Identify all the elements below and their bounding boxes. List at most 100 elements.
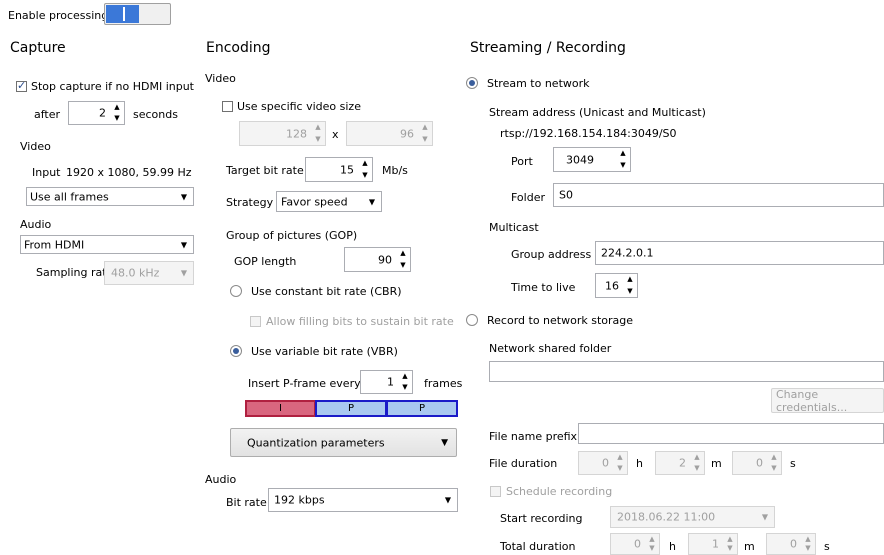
- quantization-parameters-button[interactable]: Quantization parameters ▼: [230, 428, 457, 457]
- port-stepper[interactable]: 3049 ▲ ▼: [553, 147, 631, 172]
- toggle-knob: [123, 7, 125, 21]
- spin-arrows-icon[interactable]: ▲ ▼: [625, 276, 635, 295]
- file-duration-hours-value: 0: [602, 456, 609, 470]
- target-bitrate-unit: Mb/s: [382, 164, 408, 177]
- spin-arrows-icon[interactable]: ▲ ▼: [725, 536, 735, 552]
- total-hours-unit-label: h: [669, 540, 676, 553]
- group-address-label: Group address: [511, 248, 592, 261]
- total-minutes-unit-label: m: [744, 540, 755, 553]
- enable-processing-toggle[interactable]: [104, 3, 171, 25]
- ttl-stepper[interactable]: 16 ▲ ▼: [595, 273, 638, 298]
- spin-arrows-icon[interactable]: ▲ ▼: [313, 124, 323, 143]
- after-seconds-stepper[interactable]: 2 ▲ ▼: [68, 101, 125, 125]
- capture-video-title: Video: [20, 140, 51, 153]
- frames-unit-label: frames: [424, 377, 463, 390]
- file-duration-minutes-value: 2: [679, 456, 686, 470]
- video-width-value: 128: [286, 127, 307, 140]
- total-duration-seconds-value: 0: [790, 537, 797, 551]
- pframe-value: 1: [387, 375, 394, 389]
- schedule-recording-checkbox[interactable]: [490, 486, 501, 497]
- cbr-radio[interactable]: [230, 285, 242, 297]
- stream-to-network-radio[interactable]: [466, 77, 478, 89]
- total-seconds-unit-label: s: [824, 540, 830, 553]
- gop-title: Group of pictures (GOP): [226, 229, 358, 242]
- frames-select-value: Use all frames: [30, 190, 109, 203]
- group-address-input[interactable]: 224.2.0.1: [595, 241, 884, 265]
- use-video-size-label: Use specific video size: [237, 100, 361, 113]
- pframe-stepper[interactable]: 1 ▲ ▼: [360, 370, 413, 394]
- vbr-radio[interactable]: [230, 345, 242, 357]
- spin-arrows-icon[interactable]: ▲ ▼: [803, 536, 813, 552]
- audio-bitrate-select[interactable]: 192 kbps ▼: [268, 488, 458, 512]
- minutes-unit-label: m: [711, 457, 722, 470]
- video-width-stepper[interactable]: 128 ▲ ▼: [239, 121, 326, 146]
- sampling-rate-value: 48.0 kHz: [111, 266, 160, 280]
- stop-capture-checkbox[interactable]: ✓: [16, 79, 27, 92]
- spin-arrows-icon[interactable]: ▲ ▼: [400, 373, 410, 391]
- streaming-title: Streaming / Recording: [470, 40, 626, 56]
- spin-arrows-icon[interactable]: ▲ ▼: [692, 454, 702, 472]
- file-duration-hours-stepper[interactable]: 0 ▲ ▼: [578, 451, 628, 475]
- audio-bitrate-value: 192 kbps: [274, 493, 325, 507]
- radio-selected-dot: [469, 80, 475, 86]
- folder-input[interactable]: S0: [553, 183, 884, 207]
- video-height-stepper[interactable]: 96 ▲ ▼: [346, 121, 433, 146]
- capture-audio-title: Audio: [20, 218, 52, 231]
- stream-address-value: rtsp://192.168.154.184:3049/S0: [500, 127, 677, 140]
- audio-source-select[interactable]: From HDMI ▼: [20, 235, 194, 254]
- vbr-label: Use variable bit rate (VBR): [251, 345, 398, 358]
- spin-arrows-icon[interactable]: ▲ ▼: [769, 454, 779, 472]
- port-value: 3049: [566, 153, 594, 166]
- gop-frame-i: I: [245, 400, 316, 417]
- quantization-parameters-label: Quantization parameters: [247, 436, 385, 449]
- gop-length-stepper[interactable]: 90 ▲ ▼: [344, 247, 411, 272]
- change-credentials-button[interactable]: Change credentials...: [771, 387, 884, 414]
- frames-select[interactable]: Use all frames ▼: [26, 187, 194, 206]
- start-recording-datetime[interactable]: 2018.06.22 11:00 ▼: [610, 506, 775, 528]
- target-bitrate-stepper[interactable]: 15 ▲ ▼: [305, 157, 373, 182]
- checkmark-icon: ✓: [17, 79, 27, 92]
- sampling-rate-label: Sampling rate: [36, 266, 114, 279]
- schedule-recording-label: Schedule recording: [506, 485, 613, 498]
- total-duration-seconds-stepper[interactable]: 0 ▲ ▼: [766, 533, 816, 555]
- port-label: Port: [511, 155, 533, 168]
- enable-processing-label: Enable processing: [8, 9, 109, 22]
- total-duration-hours-stepper[interactable]: 0 ▲ ▼: [610, 533, 660, 555]
- shared-folder-label: Network shared folder: [489, 342, 612, 355]
- file-prefix-label: File name prefix: [489, 430, 578, 443]
- encoding-audio-title: Audio: [205, 473, 237, 486]
- spin-arrows-icon[interactable]: ▲ ▼: [618, 150, 628, 169]
- chevron-down-icon: ▼: [180, 268, 187, 278]
- spin-arrows-icon[interactable]: ▲ ▼: [647, 536, 657, 552]
- spin-arrows-icon[interactable]: ▲ ▼: [360, 160, 370, 179]
- change-credentials-label: Change credentials...: [776, 387, 848, 414]
- group-address-value: 224.2.0.1: [601, 246, 654, 260]
- file-duration-minutes-stepper[interactable]: 2 ▲ ▼: [655, 451, 705, 475]
- spin-arrows-icon[interactable]: ▲ ▼: [615, 454, 625, 472]
- encoding-video-title: Video: [205, 72, 236, 85]
- input-value: 1920 x 1080, 59.99 Hz: [66, 166, 192, 179]
- sampling-rate-select[interactable]: 48.0 kHz ▼: [104, 261, 194, 285]
- shared-folder-input[interactable]: [489, 361, 884, 382]
- spin-arrows-icon[interactable]: ▲ ▼: [112, 104, 122, 122]
- spin-arrows-icon[interactable]: ▲ ▼: [420, 124, 430, 143]
- gop-frame-p: P: [386, 400, 458, 417]
- record-to-storage-radio[interactable]: [466, 314, 478, 326]
- file-duration-seconds-stepper[interactable]: 0 ▲ ▼: [732, 451, 782, 475]
- chevron-down-icon: ▼: [444, 495, 451, 505]
- strategy-select[interactable]: Favor speed ▼: [276, 191, 382, 212]
- stop-capture-label: Stop capture if no HDMI input: [31, 80, 194, 93]
- total-duration-minutes-stepper[interactable]: 1 ▲ ▼: [688, 533, 738, 555]
- folder-value: S0: [559, 188, 573, 202]
- gop-length-value: 90: [378, 253, 392, 266]
- fill-bits-checkbox[interactable]: [250, 316, 261, 327]
- multicast-title: Multicast: [489, 221, 539, 234]
- spin-arrows-icon[interactable]: ▲ ▼: [398, 250, 408, 269]
- after-seconds-value: 2: [99, 106, 106, 120]
- chevron-down-icon: ▼: [368, 197, 375, 206]
- file-prefix-input[interactable]: [578, 423, 884, 444]
- encoding-title: Encoding: [206, 40, 271, 56]
- chevron-down-icon: ▼: [180, 240, 187, 249]
- strategy-label: Strategy: [226, 196, 274, 209]
- use-video-size-checkbox[interactable]: [222, 101, 233, 112]
